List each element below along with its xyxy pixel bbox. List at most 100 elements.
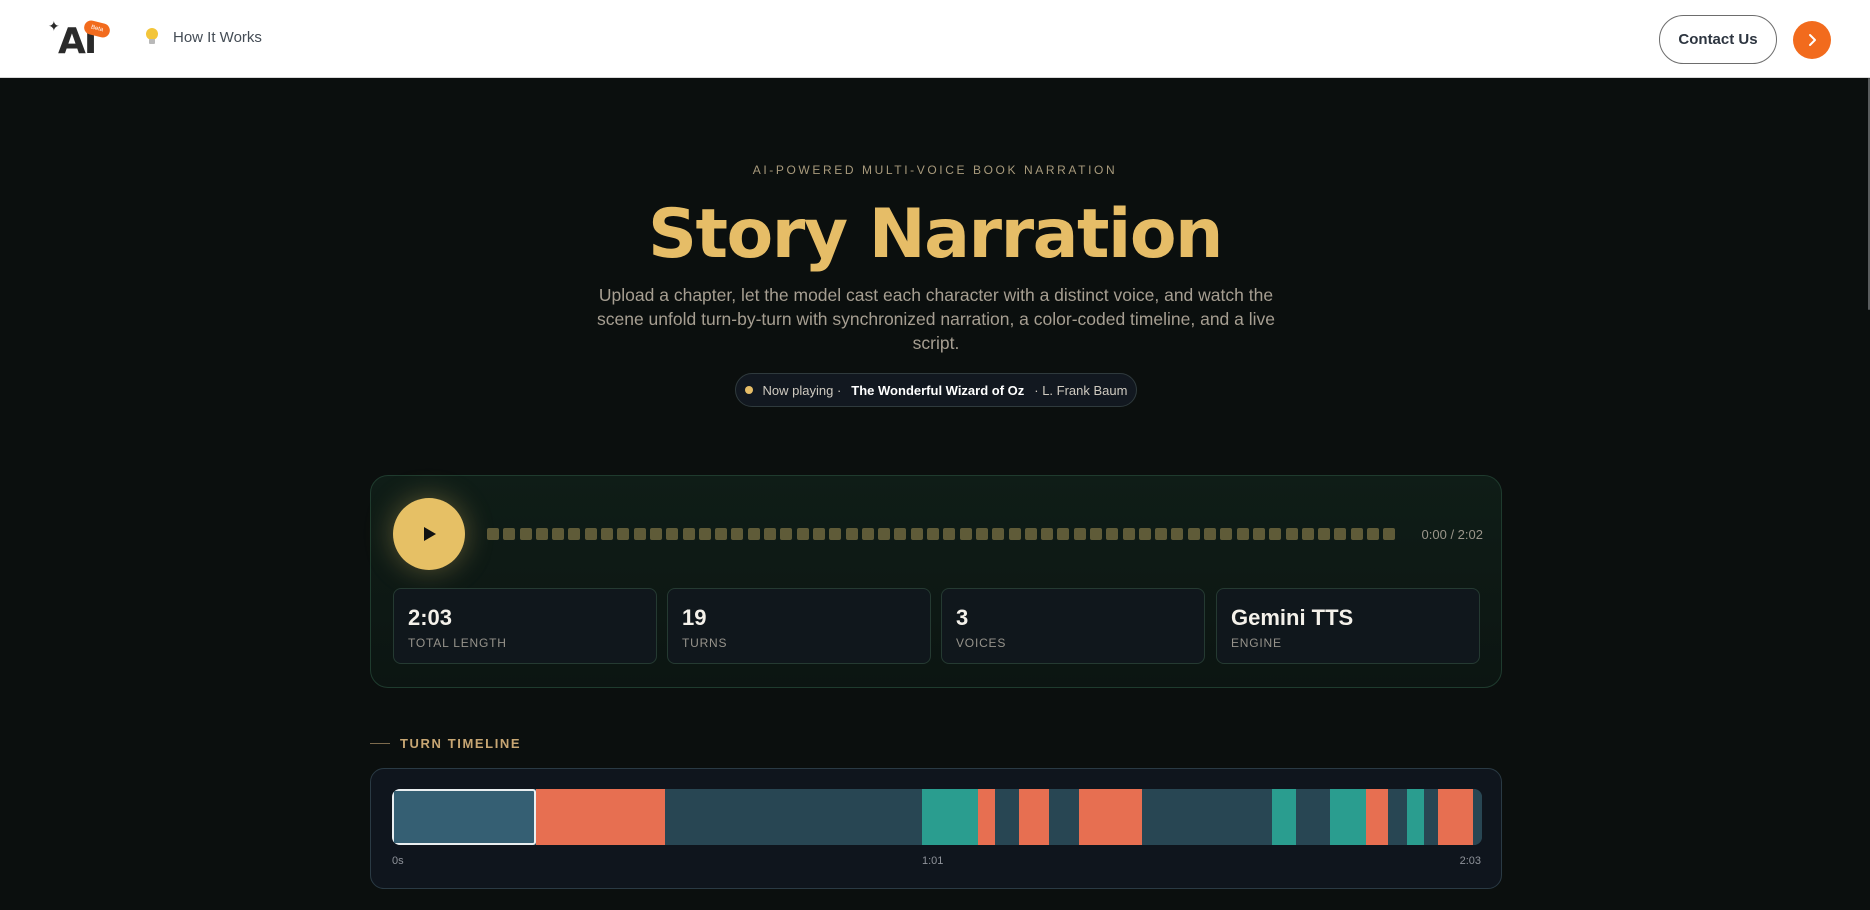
waveform-bar[interactable]: [1285, 528, 1298, 540]
waveform-bar[interactable]: [666, 528, 679, 540]
timeline-turn-segment[interactable]: [1330, 789, 1366, 845]
waveform-bar[interactable]: [1171, 528, 1184, 540]
waveform-bar[interactable]: [731, 528, 744, 540]
stat-value: Gemini TTS: [1231, 605, 1354, 630]
waveform-bar[interactable]: [1301, 528, 1314, 540]
waveform-bar[interactable]: [1073, 528, 1086, 540]
waveform-bar[interactable]: [894, 528, 907, 540]
waveform-bar[interactable]: [568, 528, 581, 540]
waveform-bar[interactable]: [910, 528, 923, 540]
waveform-bar[interactable]: [1155, 528, 1168, 540]
waveform-scrubber[interactable]: [487, 528, 1401, 540]
timeline-turn-segment[interactable]: [1388, 789, 1407, 845]
waveform-bar[interactable]: [861, 528, 874, 540]
timeline-turn-segment[interactable]: [1473, 789, 1482, 845]
stat-value: 19: [682, 605, 707, 630]
waveform-bar[interactable]: [503, 528, 516, 540]
heading-rule: [370, 743, 390, 744]
top-navigation-bar: ✦ AI Beta How It Works Contact Us: [0, 0, 1870, 78]
waveform-bar[interactable]: [975, 528, 988, 540]
waveform-bar[interactable]: [878, 528, 891, 540]
waveform-bar[interactable]: [927, 528, 940, 540]
waveform-bar[interactable]: [1269, 528, 1282, 540]
waveform-bar[interactable]: [959, 528, 972, 540]
time-display: 0:00 / 2:02: [1421, 527, 1483, 542]
waveform-bar[interactable]: [780, 528, 793, 540]
waveform-bar[interactable]: [1057, 528, 1070, 540]
hero-description: Upload a chapter, let the model cast eac…: [597, 285, 1275, 353]
timeline-turn-segment[interactable]: [1437, 789, 1474, 845]
stat-label: VOICES: [956, 636, 1007, 650]
waveform-bar[interactable]: [764, 528, 777, 540]
waveform-bar[interactable]: [1334, 528, 1347, 540]
waveform-bar[interactable]: [682, 528, 695, 540]
waveform-bar[interactable]: [1041, 528, 1054, 540]
brand-logo[interactable]: ✦ AI Beta: [48, 18, 112, 62]
waveform-bar[interactable]: [617, 528, 630, 540]
timeline-turn-segment[interactable]: [1424, 789, 1438, 845]
timeline-tick-end: 2:03: [1459, 855, 1481, 867]
waveform-bar[interactable]: [943, 528, 956, 540]
waveform-bar[interactable]: [992, 528, 1005, 540]
waveform-bar[interactable]: [1367, 528, 1380, 540]
nav-how-it-works-label: How It Works: [173, 28, 262, 46]
audio-player-card: 0:00 / 2:02 2:03 TOTAL LENGTH 19 TURNS 3…: [370, 475, 1502, 688]
nav-how-it-works-link[interactable]: How It Works: [145, 28, 262, 46]
waveform-bar[interactable]: [1318, 528, 1331, 540]
waveform-bar[interactable]: [519, 528, 532, 540]
waveform-bar[interactable]: [796, 528, 809, 540]
turn-timeline-heading: TURN TIMELINE: [370, 736, 521, 751]
waveform-bar[interactable]: [1008, 528, 1021, 540]
waveform-bar[interactable]: [698, 528, 711, 540]
waveform-bar[interactable]: [552, 528, 565, 540]
waveform-bar[interactable]: [1187, 528, 1200, 540]
timeline-turn-segment[interactable]: [392, 789, 536, 845]
waveform-bar[interactable]: [812, 528, 825, 540]
waveform-bar[interactable]: [1350, 528, 1363, 540]
waveform-bar[interactable]: [1204, 528, 1217, 540]
waveform-bar[interactable]: [1122, 528, 1135, 540]
waveform-bar[interactable]: [1089, 528, 1102, 540]
waveform-bar[interactable]: [1024, 528, 1037, 540]
waveform-bar[interactable]: [535, 528, 548, 540]
hero-eyebrow: AI-POWERED MULTI-VOICE BOOK NARRATION: [752, 163, 1118, 177]
stat-value: 2:03: [408, 605, 453, 630]
timeline-turn-segment[interactable]: [1078, 789, 1142, 845]
waveform-bar[interactable]: [1383, 528, 1396, 540]
waveform-bar[interactable]: [845, 528, 858, 540]
timeline-turn-segment[interactable]: [535, 789, 665, 845]
turn-timeline-bar[interactable]: [392, 789, 1482, 845]
waveform-bar[interactable]: [1236, 528, 1249, 540]
waveform-bar[interactable]: [1252, 528, 1265, 540]
timeline-turn-segment[interactable]: [1295, 789, 1331, 845]
book-title: The Wonderful Wizard of Oz: [851, 382, 1025, 398]
waveform-bar[interactable]: [715, 528, 728, 540]
waveform-bar[interactable]: [829, 528, 842, 540]
waveform-bar[interactable]: [649, 528, 662, 540]
waveform-bar[interactable]: [601, 528, 614, 540]
timeline-turn-segment[interactable]: [1406, 789, 1425, 845]
waveform-bar[interactable]: [747, 528, 760, 540]
timeline-turn-segment[interactable]: [1365, 789, 1389, 845]
timeline-turn-segment[interactable]: [921, 789, 978, 845]
chevron-right-button[interactable]: [1793, 21, 1831, 59]
waveform-bar[interactable]: [487, 528, 499, 540]
timeline-turn-segment[interactable]: [664, 789, 922, 845]
waveform-bar[interactable]: [1220, 528, 1233, 540]
book-author: · L. Frank Baum: [1034, 382, 1128, 398]
timeline-turn-segment[interactable]: [1141, 789, 1272, 845]
timeline-turn-segment[interactable]: [1271, 789, 1296, 845]
timeline-turn-segment[interactable]: [995, 789, 1020, 845]
waveform-bar[interactable]: [1106, 528, 1119, 540]
timeline-turn-segment[interactable]: [1019, 789, 1049, 845]
contact-us-button[interactable]: Contact Us: [1659, 15, 1777, 64]
waveform-bar[interactable]: [1138, 528, 1151, 540]
lightbulb-icon: [145, 28, 159, 46]
waveform-bar[interactable]: [584, 528, 597, 540]
play-button[interactable]: [393, 498, 465, 570]
waveform-bar[interactable]: [633, 528, 646, 540]
stat-voices: 3 VOICES: [941, 588, 1205, 664]
timeline-turn-segment[interactable]: [1048, 789, 1079, 845]
stat-value: 3: [956, 605, 969, 630]
timeline-turn-segment[interactable]: [977, 789, 996, 845]
